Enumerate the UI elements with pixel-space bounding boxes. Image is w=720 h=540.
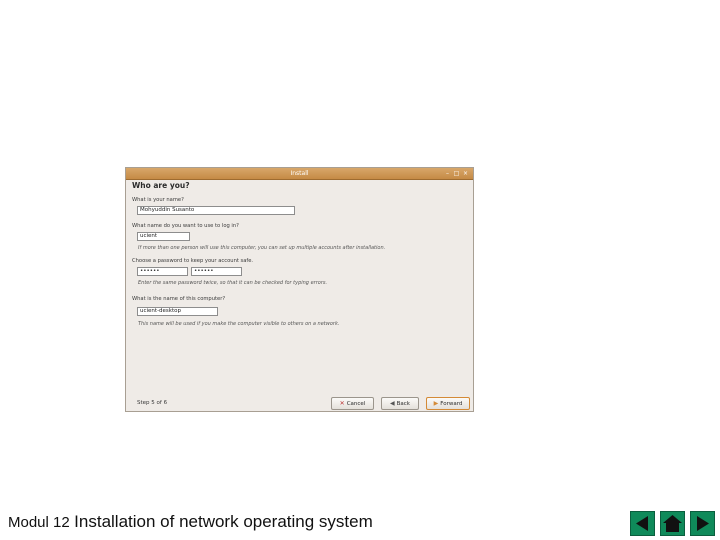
computer-name-field[interactable]: ucient-desktop — [137, 307, 218, 316]
password-label: Choose a password to keep your account s… — [132, 258, 254, 264]
login-hint: If more than one person will use this co… — [138, 245, 386, 251]
footer-title: Installation of network operating system — [74, 512, 373, 531]
installer-window: Install – □ × Who are you? What is your … — [125, 167, 474, 412]
login-label: What name do you want to use to log in? — [132, 223, 239, 229]
password-field[interactable]: •••••• — [137, 267, 188, 276]
maximize-icon[interactable]: □ — [453, 170, 460, 177]
window-title: Install — [290, 170, 309, 177]
password-confirm-field[interactable]: •••••• — [191, 267, 242, 276]
next-arrow-icon — [697, 516, 709, 531]
password-hint: Enter the same password twice, so that i… — [138, 280, 328, 286]
minimize-icon[interactable]: – — [444, 170, 451, 177]
back-button-label: Back — [396, 400, 410, 407]
close-icon[interactable]: × — [462, 170, 469, 177]
forward-button-label: Forward — [440, 400, 463, 407]
page-title: Who are you? — [132, 181, 190, 190]
home-slide-button[interactable] — [660, 511, 685, 536]
name-label: What is your name? — [132, 197, 184, 203]
computer-name-hint: This name will be used if you make the c… — [138, 321, 340, 327]
name-field[interactable]: Mohyuddin Susanto — [137, 206, 295, 215]
prev-slide-button[interactable] — [630, 511, 655, 536]
window-titlebar[interactable]: Install – □ × — [126, 168, 473, 180]
login-field[interactable]: ucient — [137, 232, 190, 241]
cancel-button[interactable]: ✕ Cancel — [331, 397, 374, 410]
cancel-icon: ✕ — [339, 399, 345, 407]
step-indicator: Step 5 of 6 — [137, 400, 168, 406]
back-icon: ◀ — [390, 399, 395, 407]
home-icon — [663, 515, 682, 532]
forward-icon: ▶ — [433, 399, 439, 407]
cancel-button-label: Cancel — [346, 400, 366, 407]
computer-name-label: What is the name of this computer? — [132, 296, 226, 302]
back-button[interactable]: ◀ Back — [381, 397, 419, 410]
footer-module: Modul 12 — [8, 514, 70, 531]
slide-footer: Modul 12 Installation of network operati… — [8, 512, 373, 532]
forward-button[interactable]: ▶ Forward — [426, 397, 470, 410]
next-slide-button[interactable] — [690, 511, 715, 536]
prev-arrow-icon — [636, 516, 648, 531]
